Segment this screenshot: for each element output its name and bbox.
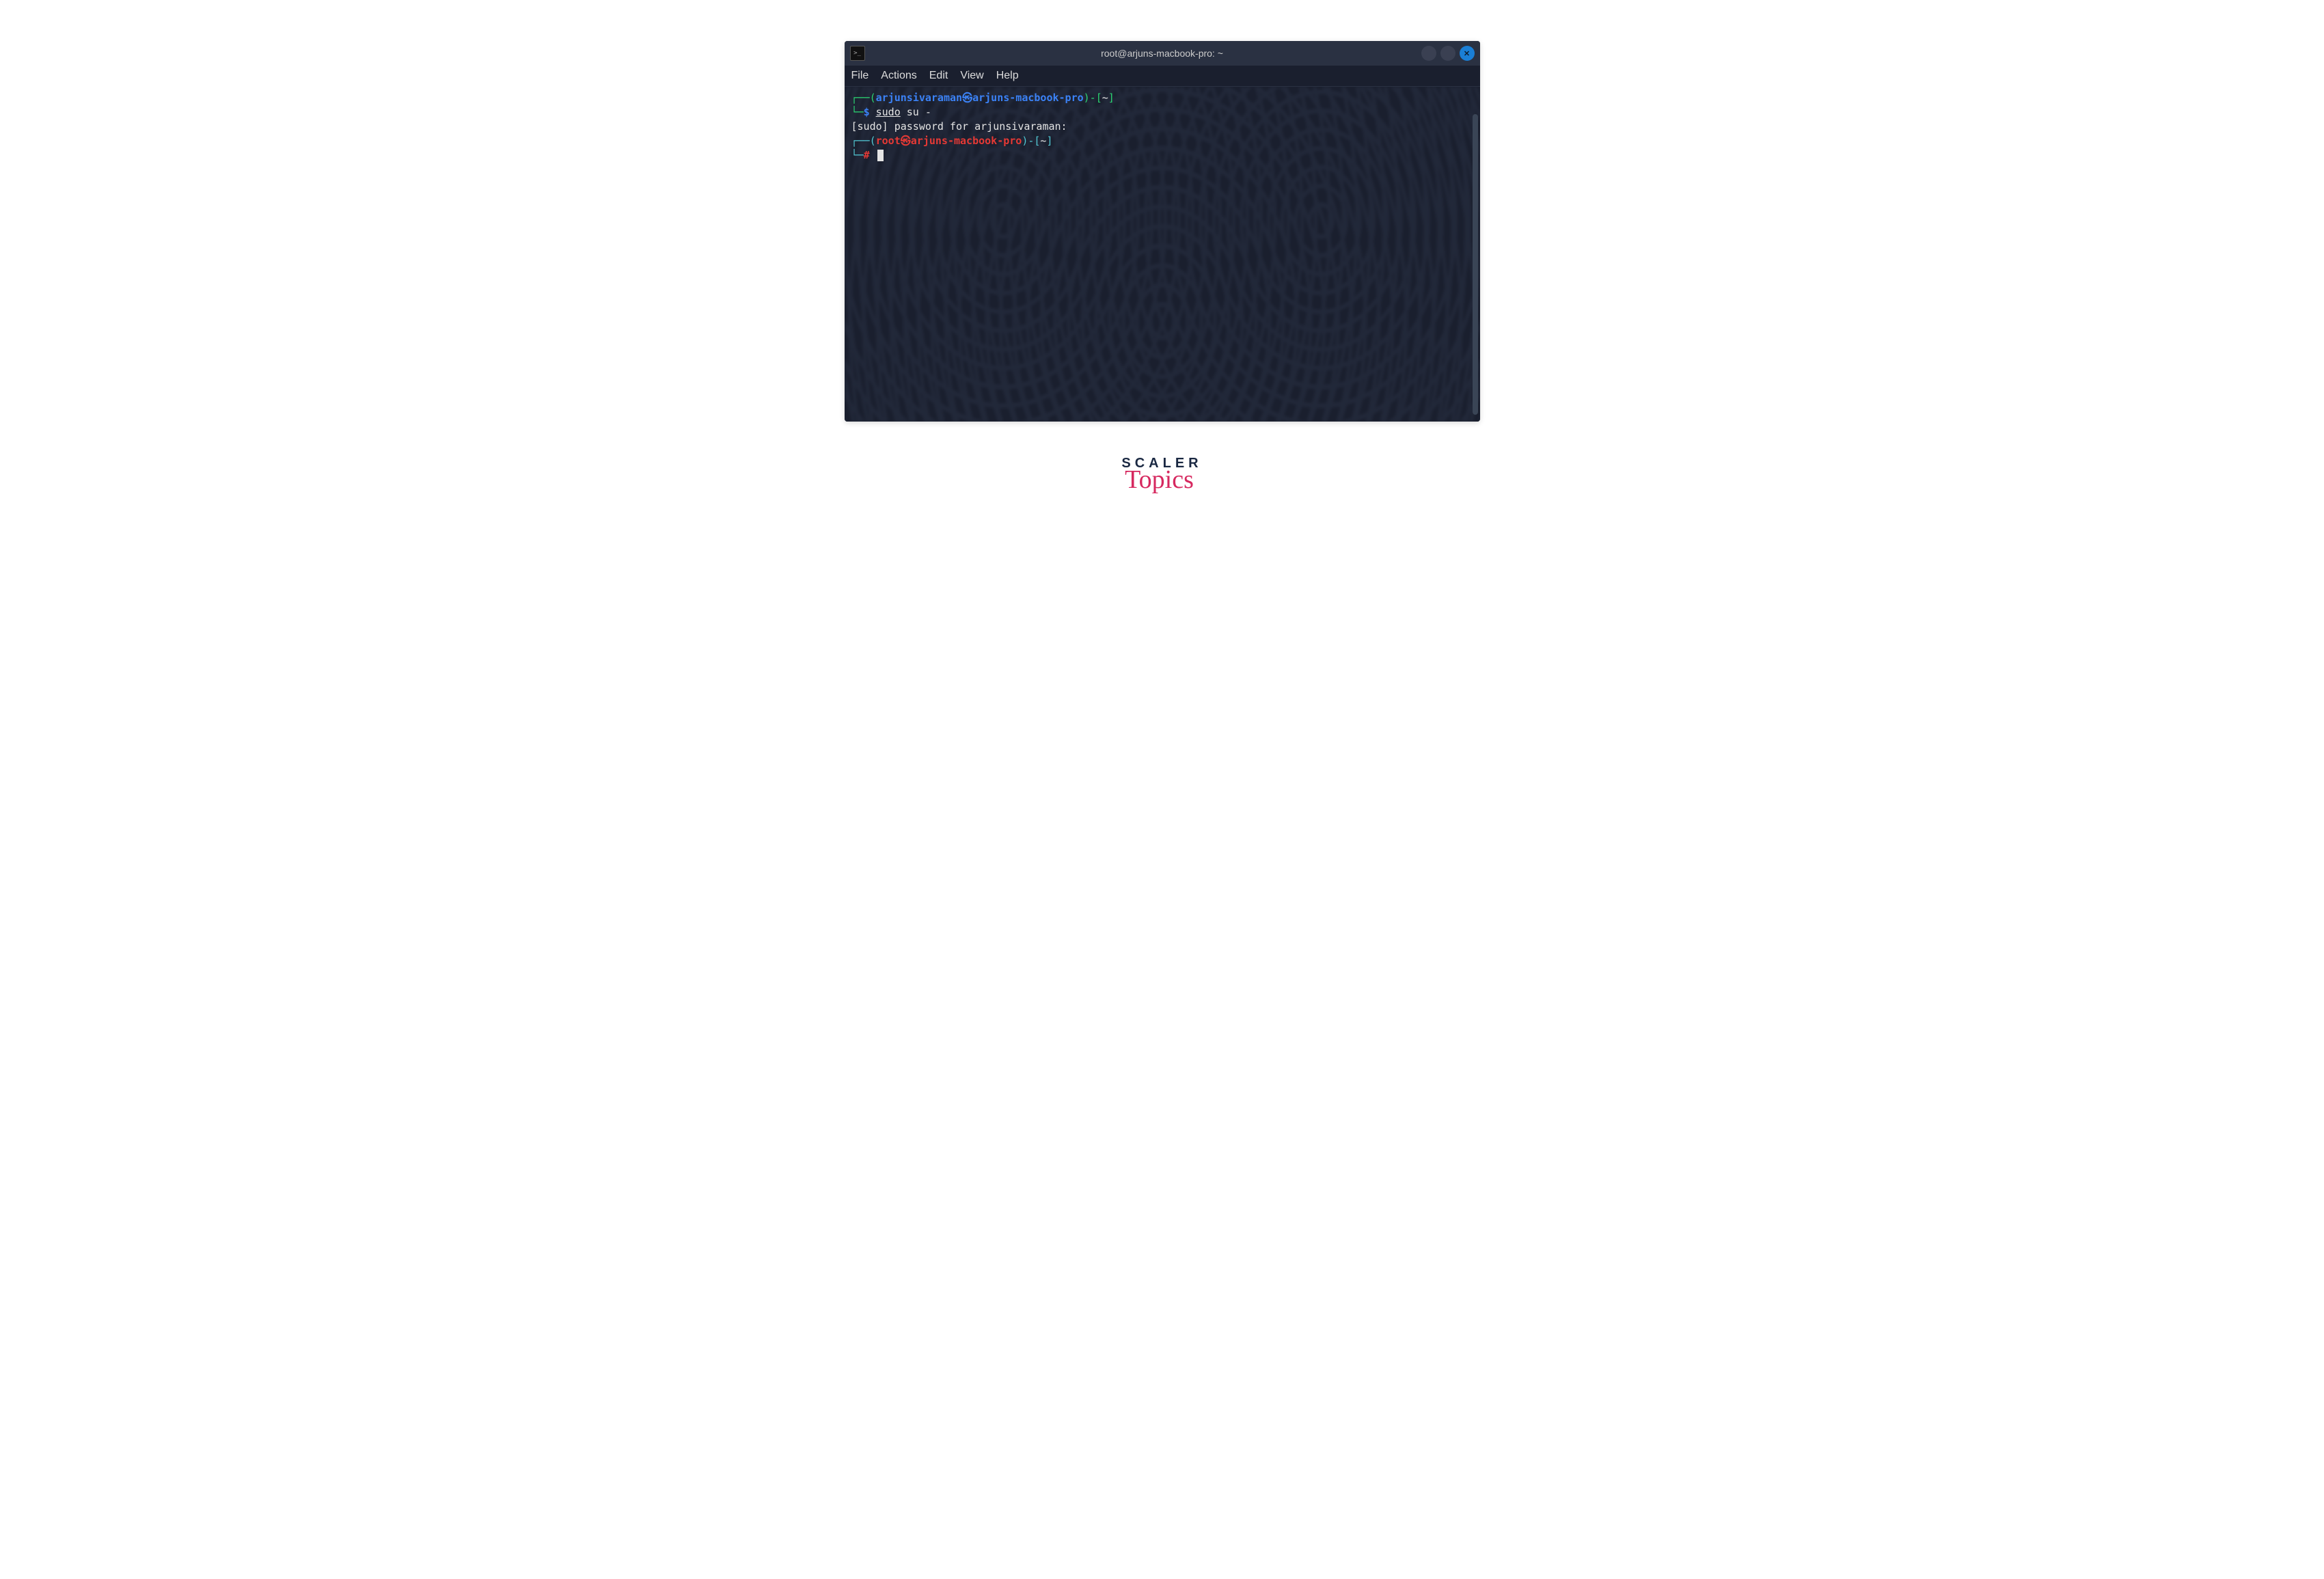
password-prompt: [sudo] password for arjunsivaraman:	[851, 120, 1067, 133]
menu-file[interactable]: File	[851, 70, 869, 82]
prompt-user: arjunsivaraman	[876, 92, 962, 104]
close-bracket: ]	[1108, 92, 1115, 104]
minimize-button[interactable]	[1421, 46, 1436, 61]
terminal-icon	[850, 46, 865, 61]
window-title: root@arjuns-macbook-pro: ~	[1101, 48, 1223, 59]
menu-view[interactable]: View	[960, 70, 983, 82]
cursor-icon	[877, 150, 884, 161]
prompt-user-line1: ┌──(arjunsivaraman㉿arjuns-macbook-pro)-[…	[851, 91, 1473, 105]
prompt-user-line2: └─$ sudo su -	[851, 105, 1473, 120]
prompt-root-host: arjuns-macbook-pro	[911, 135, 1022, 147]
terminal-body[interactable]: ┌──(arjunsivaraman㉿arjuns-macbook-pro)-[…	[845, 87, 1480, 422]
hash-sign: #	[864, 149, 876, 161]
prompt-root-user: root	[876, 135, 901, 147]
command-sudo: sudo	[876, 106, 901, 118]
terminal-window: root@arjuns-macbook-pro: ~ File Actions …	[845, 41, 1480, 422]
window-controls	[1421, 46, 1475, 61]
menu-actions[interactable]: Actions	[881, 70, 916, 82]
prompt-host: arjuns-macbook-pro	[972, 92, 1084, 104]
brand-script-text: Topics	[1116, 465, 1202, 495]
menu-edit[interactable]: Edit	[929, 70, 948, 82]
prompt-root-line1: ┌──(root㉿arjuns-macbook-pro)-[~]	[851, 134, 1473, 148]
at-glyph: ㉿	[962, 92, 972, 104]
close-paren: )-[	[1022, 135, 1040, 147]
prompt-root-line2: └─#	[851, 148, 1473, 163]
close-bracket: ]	[1046, 135, 1052, 147]
dollar-sign: $	[864, 106, 876, 118]
menu-help[interactable]: Help	[996, 70, 1019, 82]
corner-glyph: ┌──(	[851, 92, 876, 104]
scrollbar[interactable]	[1473, 114, 1478, 415]
close-button[interactable]	[1460, 46, 1475, 61]
command-rest: su -	[901, 106, 931, 118]
prompt-path: ~	[1102, 92, 1108, 104]
corner-glyph: └─	[851, 149, 864, 161]
at-glyph: ㉿	[901, 135, 911, 147]
password-prompt-line: [sudo] password for arjunsivaraman:	[851, 120, 1473, 134]
brand-logo: SCALER Topics	[1121, 456, 1202, 495]
corner-glyph: ┌──(	[851, 135, 876, 147]
corner-glyph: └─	[851, 106, 864, 118]
titlebar: root@arjuns-macbook-pro: ~	[845, 41, 1480, 66]
maximize-button[interactable]	[1440, 46, 1455, 61]
close-paren: )-[	[1084, 92, 1102, 104]
menubar: File Actions Edit View Help	[845, 66, 1480, 87]
